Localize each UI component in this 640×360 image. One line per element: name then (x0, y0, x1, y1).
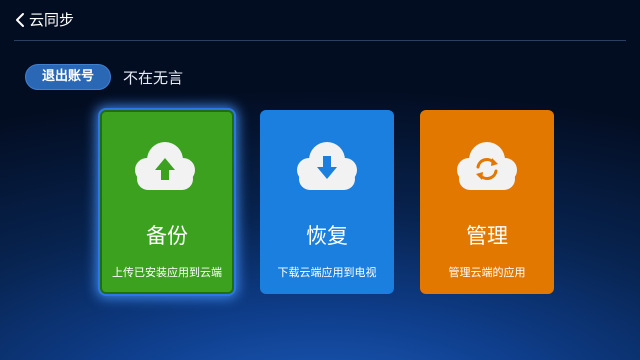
backup-card[interactable]: 备份 上传已安装应用到云端 (100, 110, 234, 294)
restore-title: 恢复 (306, 224, 348, 248)
restore-subtitle: 下载云端应用到电视 (277, 266, 377, 279)
cloud-sync-icon (457, 142, 517, 190)
cloud-download-icon (297, 142, 357, 190)
manage-card[interactable]: 管理 管理云端的应用 (420, 110, 554, 294)
page-title: 云同步 (29, 11, 75, 29)
account-username: 不在无言 (123, 69, 184, 87)
backup-subtitle: 上传已安装应用到云端 (112, 266, 222, 279)
manage-subtitle: 管理云端的应用 (448, 266, 526, 279)
top-bar: 云同步 (0, 0, 640, 40)
backup-title: 备份 (146, 224, 188, 248)
chevron-left-icon (16, 13, 24, 27)
back-button[interactable]: 云同步 (14, 9, 74, 31)
manage-title: 管理 (466, 224, 508, 248)
cloud-upload-icon (135, 142, 195, 190)
header-divider (14, 40, 626, 41)
restore-card[interactable]: 恢复 下载云端应用到电视 (260, 110, 394, 294)
logout-button[interactable]: 退出账号 (25, 64, 111, 90)
